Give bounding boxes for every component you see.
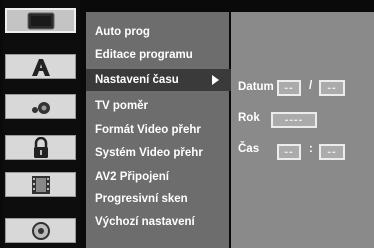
category-icon-column [3, 0, 80, 248]
category-tile-language[interactable] [5, 54, 76, 79]
menu-item-video-system[interactable]: Systém Video přehr [86, 142, 229, 164]
category-tile-film[interactable] [5, 172, 76, 197]
audio-icon [31, 101, 50, 114]
language-icon [31, 58, 50, 76]
category-tile-disc[interactable] [5, 218, 76, 243]
lock-icon [33, 136, 48, 158]
category-tile-lock[interactable] [5, 135, 76, 160]
setup-screen: Auto prog Editace programu Nastavení čas… [0, 0, 374, 248]
time-minute-field[interactable]: -- [319, 144, 345, 160]
menu-item-time-setting-label: Nastavení času [95, 74, 179, 86]
date-day-field[interactable]: -- [277, 80, 301, 96]
menu-item-tv-aspect[interactable]: TV poměr [86, 95, 229, 117]
submenu-arrow-icon [212, 75, 219, 85]
menu-item-time-setting[interactable]: Nastavení času [86, 69, 231, 91]
display-icon [27, 12, 54, 29]
date-label: Datum [238, 81, 274, 93]
time-setting-panel: Datum -- / -- Rok ---- Čas -- : -- [231, 12, 374, 248]
category-tile-audio[interactable] [5, 94, 76, 119]
setup-menu: Auto prog Editace programu Nastavení čas… [86, 12, 231, 248]
disc-icon [31, 221, 50, 240]
menu-item-factory-reset[interactable]: Výchozí nastavení [86, 211, 229, 233]
time-label: Čas [238, 143, 260, 155]
category-tile-display[interactable] [5, 8, 76, 33]
year-field[interactable]: ---- [271, 112, 317, 128]
time-hour-field[interactable]: -- [277, 144, 301, 160]
time-separator: : [309, 143, 313, 155]
menu-item-progressive-scan[interactable]: Progresivní sken [86, 188, 229, 210]
date-month-field[interactable]: -- [319, 80, 345, 96]
menu-item-av2-connection[interactable]: AV2 Připojení [86, 166, 229, 188]
menu-item-auto-prog[interactable]: Auto prog [86, 21, 229, 43]
date-separator: / [309, 80, 313, 92]
film-icon [31, 175, 50, 194]
menu-item-video-format[interactable]: Formát Video přehr [86, 119, 229, 141]
year-label: Rok [238, 112, 260, 124]
menu-item-program-edit[interactable]: Editace programu [86, 44, 229, 66]
